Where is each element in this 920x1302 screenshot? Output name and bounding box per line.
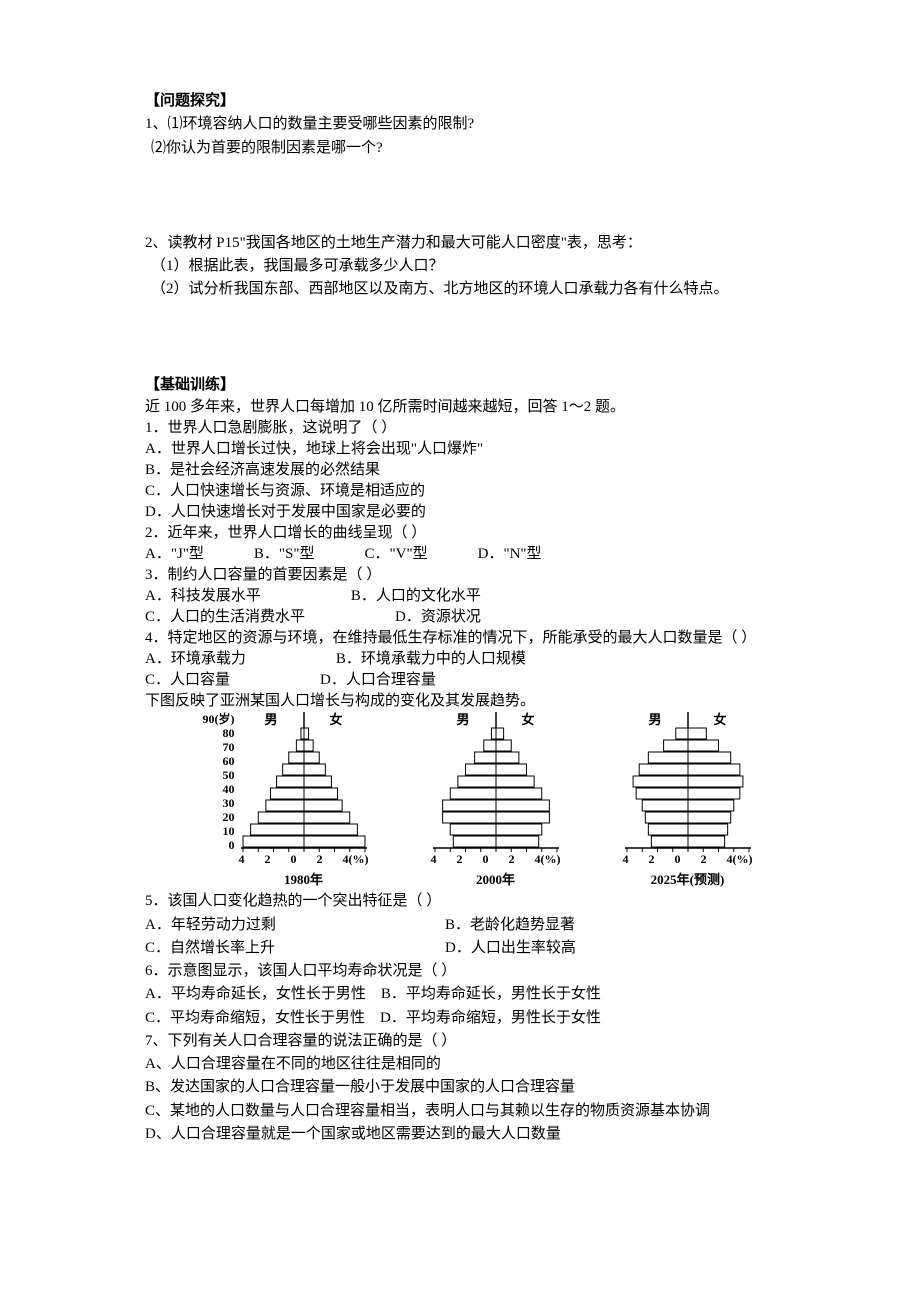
options-5ab: A．年轻劳动力过剩 B．老龄化趋势显著 [145,914,800,937]
option-1d: D．人口快速增长对于发展中国家是必要的 [145,502,800,523]
options-3cd: C．人口的生活消费水平 D．资源状况 [145,607,800,628]
section-inquiry-title: 【问题探究】 [145,90,800,113]
year-2025: 2025年(预测) [623,870,753,890]
question-1: 1．世界人口急剧膨胀，这说明了（ ） [145,418,800,439]
option-2c: C．"V"型 [365,544,428,565]
male-label: 男 [265,710,278,730]
option-7a: A、人口合理容量在不同的地区往往是相同的 [145,1053,800,1076]
pyramid-chart-icon [431,712,561,852]
option-2a: A．"J"型 [145,544,204,565]
q2-sub1: （1）根据此表，我国最多可承载多少人口？ [145,255,800,278]
options-6ab: A．平均寿命延长，女性长于男性 B．平均寿命延长，男性长于女性 [145,983,800,1006]
option-3c: C．人口的生活消费水平 [145,607,305,628]
options-2: A．"J"型 B．"S"型 C．"V"型 D．"N"型 [145,544,800,565]
male-label: 男 [649,710,662,730]
option-2d: D．"N"型 [478,544,542,565]
option-5b: B．老龄化趋势显著 [445,914,575,937]
question-7: 7、下列有关人口合理容量的说法正确的是（ ） [145,1030,800,1053]
year-2000: 2000年 [431,870,561,890]
option-5c: C．自然增长率上升 [145,937,445,960]
option-6c: C．平均寿命缩短，女性长于男性 [145,1010,365,1026]
pyramid-chart-icon [623,712,753,852]
female-label: 女 [521,710,534,730]
pyramid-2025: 男 女 4 2 0 2 4(%) 2025年(预测) [623,712,753,891]
option-3d: D．资源状况 [395,607,481,628]
pyramid-chart-icon [239,712,369,852]
option-7b: B、发达国家的人口合理容量一般小于发展中国家的人口合理容量 [145,1076,800,1099]
option-7c: C、某地的人口数量与人口合理容量相当，表明人口与其赖以生存的物质资源基本协调 [145,1100,800,1123]
question-3: 3．制约人口容量的首要因素是（ ） [145,565,800,586]
option-1a: A．世界人口增长过快，地球上将会出现"人口爆炸" [145,439,800,460]
options-3ab: A．科技发展水平 B．人口的文化水平 [145,586,800,607]
option-1b: B．是社会经济高速发展的必然结果 [145,460,800,481]
question-4: 4．特定地区的资源与环境，在维持最低生存标准的情况下，所能承受的最大人口数量是（… [145,628,800,649]
question-6: 6．示意图显示，该国人口平均寿命状况是（ ） [145,960,800,983]
options-6cd: C．平均寿命缩短，女性长于男性 D．平均寿命缩短，男性长于女性 [145,1007,800,1030]
pyramid-1980: 90(岁) 80 70 60 50 40 30 20 10 0 男 女 [193,712,369,891]
option-5a: A．年轻劳动力过剩 [145,914,445,937]
population-pyramids: 90(岁) 80 70 60 50 40 30 20 10 0 男 女 [193,712,753,891]
q1-line2: ⑵你认为首要的限制因素是哪一个? [145,137,800,160]
pyramid-2000: 男 女 4 2 0 2 4(%) 2000年 [431,712,561,891]
question-5: 5．该国人口变化趋热的一个突出特征是（ ） [145,890,800,913]
chart-intro: 下图反映了亚洲某国人口增长与构成的变化及其发展趋势。 [145,691,800,712]
option-6d: D．平均寿命缩短，男性长于女性 [380,1010,601,1026]
question-2: 2．近年来，世界人口增长的曲线呈现（ ） [145,523,800,544]
option-5d: D．人口出生率较高 [445,937,576,960]
option-6b: B．平均寿命延长，男性长于女性 [381,986,601,1002]
year-1980: 1980年 [239,870,369,890]
y-axis: 90(岁) 80 70 60 50 40 30 20 10 0 [193,712,239,891]
option-3b: B．人口的文化水平 [351,586,481,607]
option-6a: A．平均寿命延长，女性长于男性 [145,986,366,1002]
female-label: 女 [713,710,726,730]
option-7d: D、人口合理容量就是一个国家或地区需要达到的最大人口数量 [145,1123,800,1146]
q1-line1: 1、⑴环境容纳人口的数量主要受哪些因素的限制? [145,113,800,136]
q2-line1: 2、读教材 P15"我国各地区的土地生产潜力和最大可能人口密度"表，思考： [145,232,800,255]
q2-sub2: （2）试分析我国东部、西部地区以及南方、北方地区的环境人口承载力各有什么特点。 [145,278,800,301]
intro-line: 近 100 多年来，世界人口每增加 10 亿所需时间越来越短，回答 1～2 题。 [145,397,800,418]
option-1c: C．人口快速增长与资源、环境是相适应的 [145,481,800,502]
options-5cd: C．自然增长率上升 D．人口出生率较高 [145,937,800,960]
options-4cd: C．人口容量 D．人口合理容量 [145,670,800,691]
male-label: 男 [457,710,470,730]
option-4b: B．环境承载力中的人口规模 [336,649,526,670]
option-3a: A．科技发展水平 [145,586,261,607]
option-4d: D．人口合理容量 [320,670,436,691]
y-axis-top: 90(岁) [193,712,235,726]
option-2b: B．"S"型 [254,544,315,565]
option-4a: A．环境承载力 [145,649,246,670]
options-4ab: A．环境承载力 B．环境承载力中的人口规模 [145,649,800,670]
female-label: 女 [329,710,342,730]
section-train-title: 【基础训练】 [145,374,800,397]
option-4c: C．人口容量 [145,670,230,691]
